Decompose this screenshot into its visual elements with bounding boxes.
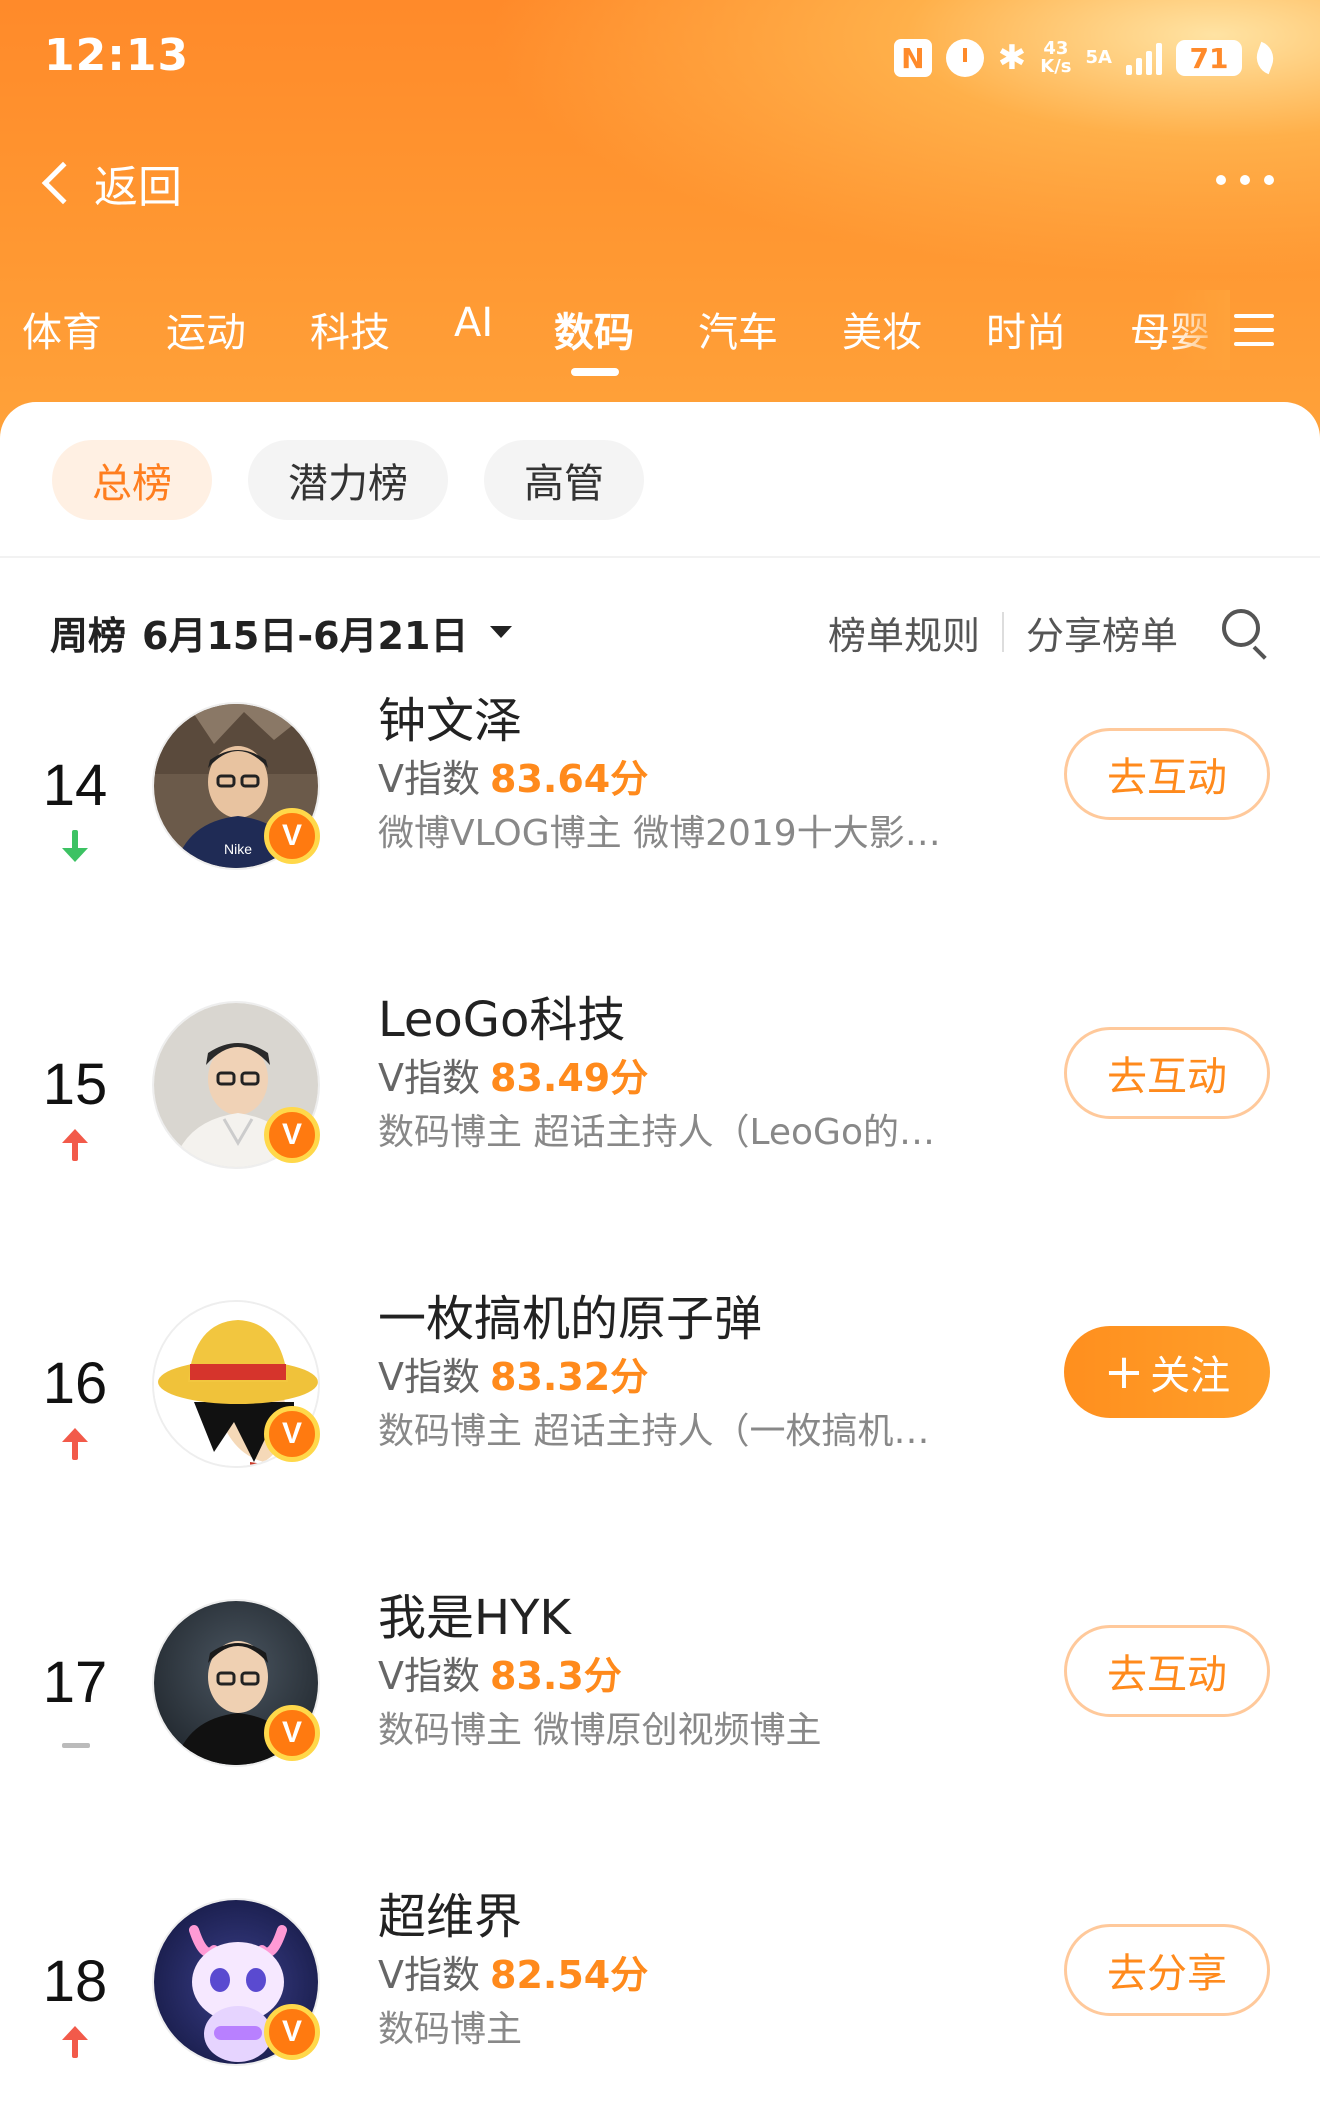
blogger-description: 数码博主 xyxy=(378,2009,523,2050)
rank-number: 17 xyxy=(42,1650,108,1715)
rank-number: 15 xyxy=(42,1052,108,1117)
blogger-info: 我是HYK V指数 83.3分 数码博主 微博原创视频博主 xyxy=(378,1587,978,1759)
blogger-description: 数码博主 微博原创视频博主 xyxy=(378,1710,822,1751)
v-index: V指数 83.49分 xyxy=(378,1056,649,1100)
list-item[interactable]: 15 V LeoGo科技 V指数 83.49分 数码博主 超话主持人（LeoGo的… xyxy=(0,992,1320,1300)
verified-badge-icon: V xyxy=(264,1406,320,1462)
trend-up-icon xyxy=(58,1428,92,1462)
tab-auto[interactable]: 汽车 xyxy=(698,300,778,358)
v-index-score: 83.32分 xyxy=(490,1355,649,1399)
ranking-panel: 总榜 潜力榜 高管 周榜 6月15日-6月21日 榜单规则 分享榜单 14 Ni… xyxy=(0,402,1320,2120)
filter-row: 周榜 6月15日-6月21日 榜单规则 分享榜单 xyxy=(50,602,1270,662)
interact-button[interactable]: 去互动 xyxy=(1064,1027,1270,1119)
nfc-icon: N xyxy=(893,39,932,77)
v-index-score: 83.64分 xyxy=(490,757,649,801)
blogger-description: 数码博主 超话主持人（LeoGo的… xyxy=(378,1112,935,1153)
blogger-info: 钟文泽 V指数 83.64分 微博VLOG博主 微博2019十大影… xyxy=(378,690,978,862)
v-index: V指数 83.64分 xyxy=(378,757,649,801)
tab-digital[interactable]: 数码 xyxy=(554,300,634,358)
rules-link[interactable]: 榜单规则 xyxy=(828,605,980,660)
tab-sports[interactable]: 体育 xyxy=(22,300,102,358)
share-list-link[interactable]: 分享榜单 xyxy=(1026,605,1178,660)
tabs-fade xyxy=(1170,290,1230,370)
blogger-description: 数码博主 超话主持人（一枚搞机… xyxy=(378,1411,930,1452)
interact-button[interactable]: 去互动 xyxy=(1064,728,1270,820)
signal-icon xyxy=(1126,41,1162,75)
status-icons: N ✱ 43 K/s 5A 71 xyxy=(893,36,1279,80)
blogger-info: LeoGo科技 V指数 83.49分 数码博主 超话主持人（LeoGo的… xyxy=(378,989,978,1161)
verified-badge-icon: V xyxy=(264,1107,320,1163)
separator xyxy=(1001,612,1004,652)
blogger-name[interactable]: LeoGo科技 xyxy=(378,989,978,1051)
back-chevron-icon xyxy=(41,161,85,205)
list-item[interactable]: 16 V 一枚搞机的原子弹 V指数 83.32分 数码博主 超话主持人（一枚搞机… xyxy=(0,1291,1320,1599)
blogger-name[interactable]: 钟文泽 xyxy=(378,690,978,752)
category-tabs: 体育 运动 科技 AI 数码 汽车 美妆 时尚 母婴 xyxy=(0,290,1320,380)
back-button[interactable]: 返回 xyxy=(34,148,182,218)
active-tab-indicator xyxy=(571,368,619,376)
rank-number: 18 xyxy=(42,1949,108,2014)
verified-badge-icon: V xyxy=(264,808,320,864)
divider xyxy=(0,556,1320,558)
trend-unchanged-icon xyxy=(58,1727,92,1761)
list-item[interactable]: 18 V 超维界 V指数 82.54分 数码博主 去分享 xyxy=(0,1889,1320,2120)
svg-text:Nike: Nike xyxy=(224,841,252,857)
subtab-potential[interactable]: 潜力榜 xyxy=(248,440,448,520)
plus-icon: + xyxy=(1103,1344,1145,1400)
tab-tech[interactable]: 科技 xyxy=(310,300,390,358)
subtab-executives[interactable]: 高管 xyxy=(484,440,644,520)
verified-badge-icon: V xyxy=(264,1705,320,1761)
list-item[interactable]: 17 V 我是HYK V指数 83.3分 数码博主 微博原创视频博主 去互动 xyxy=(0,1590,1320,1898)
v-index: V指数 82.54分 xyxy=(378,1953,649,1997)
battery-icon: 71 xyxy=(1176,40,1242,76)
v-index-score: 83.3分 xyxy=(490,1654,622,1698)
more-options-icon[interactable] xyxy=(1216,160,1274,200)
tab-beauty[interactable]: 美妆 xyxy=(842,300,922,358)
eco-leaf-icon xyxy=(1251,41,1279,75)
week-selector[interactable]: 周榜 6月15日-6月21日 xyxy=(50,602,513,662)
back-label: 返回 xyxy=(94,162,182,213)
rank-number: 16 xyxy=(42,1351,108,1416)
blogger-name[interactable]: 一枚搞机的原子弹 xyxy=(378,1288,978,1350)
blogger-info: 一枚搞机的原子弹 V指数 83.32分 数码博主 超话主持人（一枚搞机… xyxy=(378,1288,978,1460)
alarm-icon xyxy=(945,39,984,77)
trend-down-icon xyxy=(58,830,92,864)
network-speed: 43 K/s xyxy=(1040,38,1072,77)
interact-button[interactable]: 去互动 xyxy=(1064,1625,1270,1717)
verified-badge-icon: V xyxy=(264,2004,320,2060)
bottom-fade xyxy=(0,2090,1320,2120)
ranking-list: 14 Nike V 钟文泽 V指数 83.64分 微博VLOG博主 微博2019… xyxy=(0,693,1320,2120)
network-type: 5A xyxy=(1085,47,1112,68)
follow-button[interactable]: + 关注 xyxy=(1064,1326,1270,1418)
search-icon[interactable] xyxy=(1220,607,1270,660)
trend-up-icon xyxy=(58,1129,92,1163)
list-item[interactable]: 14 Nike V 钟文泽 V指数 83.64分 微博VLOG博主 微博2019… xyxy=(0,693,1320,1001)
status-bar: 12:13 N ✱ 43 K/s 5A 71 xyxy=(0,0,1320,110)
bluetooth-icon: ✱ xyxy=(997,38,1027,78)
status-time: 12:13 xyxy=(44,30,190,81)
blogger-info: 超维界 V指数 82.54分 数码博主 xyxy=(378,1886,978,2058)
v-index-score: 83.49分 xyxy=(490,1056,649,1100)
v-index-score: 82.54分 xyxy=(490,1953,649,1997)
blogger-description: 微博VLOG博主 微博2019十大影… xyxy=(378,813,941,854)
rank-number: 14 xyxy=(42,753,108,818)
blogger-name[interactable]: 我是HYK xyxy=(378,1587,978,1649)
tab-fashion[interactable]: 时尚 xyxy=(986,300,1066,358)
date-range: 6月15日-6月21日 xyxy=(142,613,469,658)
blogger-name[interactable]: 超维界 xyxy=(378,1886,978,1948)
sub-tabs: 总榜 潜力榜 高管 xyxy=(52,440,644,520)
tab-exercise[interactable]: 运动 xyxy=(166,300,246,358)
v-index: V指数 83.32分 xyxy=(378,1355,649,1399)
period-label: 周榜 xyxy=(50,613,127,658)
trend-up-icon xyxy=(58,2026,92,2060)
caret-down-icon xyxy=(490,626,513,638)
share-button[interactable]: 去分享 xyxy=(1064,1924,1270,2016)
tab-ai[interactable]: AI xyxy=(454,300,493,346)
menu-icon[interactable] xyxy=(1234,310,1274,350)
filter-actions: 榜单规则 分享榜单 xyxy=(828,602,1270,662)
subtab-overall[interactable]: 总榜 xyxy=(52,440,212,520)
v-index: V指数 83.3分 xyxy=(378,1654,622,1698)
